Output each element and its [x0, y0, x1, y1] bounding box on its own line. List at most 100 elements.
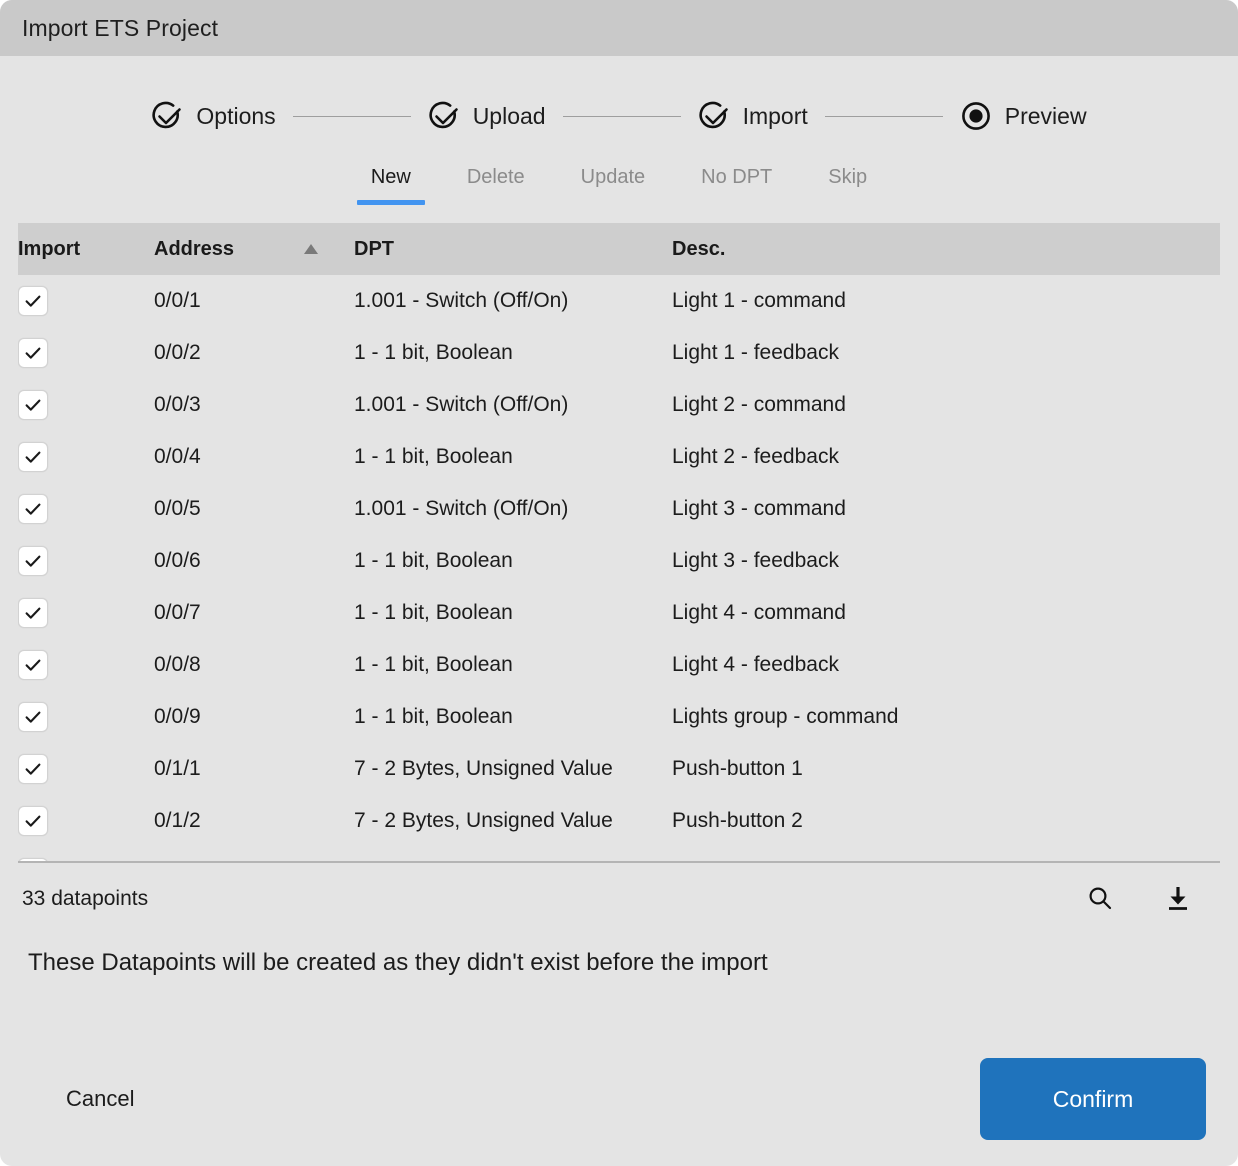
- dialog-titlebar: Import ETS Project: [0, 0, 1238, 56]
- row-address-cell: 0/0/4: [154, 445, 201, 468]
- row-desc-cell: Push-button 1: [672, 757, 803, 780]
- row-dpt-cell: 1 - 1 bit, Boolean: [354, 341, 513, 364]
- import-ets-project-dialog: Import ETS Project Options Upload Import…: [0, 0, 1238, 1166]
- row-desc-cell: Light 3 - command: [672, 497, 846, 520]
- table-row[interactable]: 0/1/2 7 - 2 Bytes, Unsigned Value Push-but…: [18, 795, 1220, 847]
- column-header-address[interactable]: Address: [154, 223, 354, 275]
- row-dpt-cell: 1 - 1 bit, Boolean: [354, 705, 513, 728]
- table-row[interactable]: 0/0/5 1.001 - Switch (Off/On) Light 3 - co…: [18, 483, 1220, 535]
- row-import-cell: [18, 795, 154, 847]
- check-circle-icon: [698, 100, 730, 132]
- table-row[interactable]: 0/1/37 - 2 Bytes, Unsigned ValuePush-but…: [18, 847, 1220, 861]
- step-preview-label: Preview: [1004, 102, 1087, 129]
- table-row[interactable]: 0/0/3 1.001 - Switch (Off/On) Light 2 - co…: [18, 379, 1220, 431]
- column-header-address-label: Address: [154, 237, 235, 260]
- table-meta-actions: [1084, 883, 1212, 915]
- table-body: 0/0/1 1.001 - Switch (Off/On) Light 1 - co…: [18, 275, 1220, 861]
- import-checkbox[interactable]: [18, 701, 48, 732]
- table-row[interactable]: 0/0/8 1 - 1 bit, Boolean Light 4 - feedbac…: [18, 639, 1220, 691]
- import-checkbox[interactable]: [18, 597, 48, 628]
- import-checkbox[interactable]: [18, 389, 48, 420]
- step-options-label: Options: [196, 102, 276, 129]
- step-import[interactable]: Import: [698, 100, 808, 132]
- table-row[interactable]: 0/0/1 1.001 - Switch (Off/On) Light 1 - co…: [18, 275, 1220, 327]
- import-checkbox[interactable]: [18, 857, 48, 861]
- tab-delete[interactable]: Delete: [439, 160, 553, 205]
- dialog-actions: Cancel Confirm: [0, 1058, 1238, 1166]
- import-checkbox[interactable]: [18, 753, 48, 784]
- row-address-cell: 0/0/7: [154, 601, 201, 624]
- row-address-cell: 0/0/1: [154, 289, 201, 312]
- row-desc-cell: Light 2 - command: [672, 393, 846, 416]
- tab-new[interactable]: New: [343, 160, 439, 205]
- tab-skip[interactable]: Skip: [800, 160, 895, 205]
- tab-no-dpt[interactable]: No DPT: [673, 160, 800, 205]
- import-checkbox[interactable]: [18, 649, 48, 680]
- import-checkbox[interactable]: [18, 285, 48, 316]
- datapoints-table: Import Address DPT Desc. 0/0/1 1.001 - Sw…: [18, 223, 1220, 861]
- row-import-cell: [18, 275, 154, 327]
- row-import-cell: [18, 535, 154, 587]
- row-dpt-cell: 1.001 - Switch (Off/On): [354, 393, 569, 416]
- row-address-cell: 0/0/9: [154, 705, 201, 728]
- table-header-row: Import Address DPT Desc.: [18, 223, 1220, 275]
- datapoint-count-label: 33 datapoints: [22, 887, 149, 910]
- datapoints-table-scroll[interactable]: Import Address DPT Desc. 0/0/1 1.001 - Sw…: [18, 223, 1220, 861]
- row-address-cell: 0/1/3: [154, 847, 354, 861]
- row-desc-cell: Push-button 2: [672, 809, 803, 832]
- row-import-cell: [18, 639, 154, 691]
- check-circle-icon: [428, 100, 460, 132]
- preview-tabs: New Delete Update No DPT Skip: [0, 146, 1238, 205]
- row-address-cell: 0/0/8: [154, 653, 201, 676]
- row-import-cell: [18, 483, 154, 535]
- row-desc-cell: Light 1 - command: [672, 289, 846, 312]
- row-import-cell: [18, 379, 154, 431]
- step-options[interactable]: Options: [151, 100, 276, 132]
- row-import-cell: [18, 327, 154, 379]
- row-desc-cell: Light 3 - feedback: [672, 549, 839, 572]
- step-upload-label: Upload: [472, 102, 546, 129]
- table-row[interactable]: 0/1/1 7 - 2 Bytes, Unsigned Value Push-but…: [18, 743, 1220, 795]
- search-button[interactable]: [1084, 883, 1116, 915]
- row-desc-cell: Push-button 3: [672, 847, 1220, 861]
- row-address-cell: 0/0/2: [154, 341, 201, 364]
- import-checkbox[interactable]: [18, 337, 48, 368]
- column-header-import[interactable]: Import: [18, 223, 154, 275]
- step-connector-2: [562, 115, 681, 117]
- row-import-cell: [18, 743, 154, 795]
- download-icon: [1164, 884, 1192, 915]
- row-dpt-cell: 1.001 - Switch (Off/On): [354, 289, 569, 312]
- table-row[interactable]: 0/0/9 1 - 1 bit, Boolean Lights group - co…: [18, 691, 1220, 743]
- table-row[interactable]: 0/0/7 1 - 1 bit, Boolean Light 4 - command: [18, 587, 1220, 639]
- dialog-title: Import ETS Project: [22, 14, 219, 41]
- import-checkbox[interactable]: [18, 493, 48, 524]
- table-header: Import Address DPT Desc.: [18, 223, 1220, 275]
- sort-ascending-icon: [304, 244, 319, 254]
- row-dpt-cell: 7 - 2 Bytes, Unsigned Value: [354, 847, 672, 861]
- row-import-cell: [18, 691, 154, 743]
- step-preview[interactable]: Preview: [960, 100, 1087, 132]
- row-desc-cell: Light 4 - command: [672, 601, 846, 624]
- import-checkbox[interactable]: [18, 805, 48, 836]
- search-icon: [1086, 884, 1114, 915]
- radio-filled-icon: [960, 100, 992, 132]
- step-upload[interactable]: Upload: [428, 100, 546, 132]
- confirm-button[interactable]: Confirm: [980, 1058, 1206, 1140]
- table-row[interactable]: 0/0/4 1 - 1 bit, Boolean Light 2 - feedbac…: [18, 431, 1220, 483]
- table-meta-row: 33 datapoints: [0, 863, 1238, 915]
- row-desc-cell: Light 4 - feedback: [672, 653, 839, 676]
- row-desc-cell: Light 2 - feedback: [672, 445, 839, 468]
- wizard-stepper: Options Upload Import Preview: [0, 56, 1238, 146]
- import-checkbox[interactable]: [18, 545, 48, 576]
- download-button[interactable]: [1162, 883, 1194, 915]
- column-header-dpt[interactable]: DPT: [354, 223, 672, 275]
- row-dpt-cell: 1 - 1 bit, Boolean: [354, 601, 513, 624]
- table-row[interactable]: 0/0/6 1 - 1 bit, Boolean Light 3 - feedbac…: [18, 535, 1220, 587]
- import-checkbox[interactable]: [18, 441, 48, 472]
- column-header-desc[interactable]: Desc.: [672, 223, 1220, 275]
- tab-update[interactable]: Update: [553, 160, 674, 205]
- table-row[interactable]: 0/0/2 1 - 1 bit, Boolean Light 1 - feedbac…: [18, 327, 1220, 379]
- row-dpt-cell: 1 - 1 bit, Boolean: [354, 653, 513, 676]
- cancel-button[interactable]: Cancel: [32, 1072, 168, 1126]
- row-import-cell: [18, 847, 154, 861]
